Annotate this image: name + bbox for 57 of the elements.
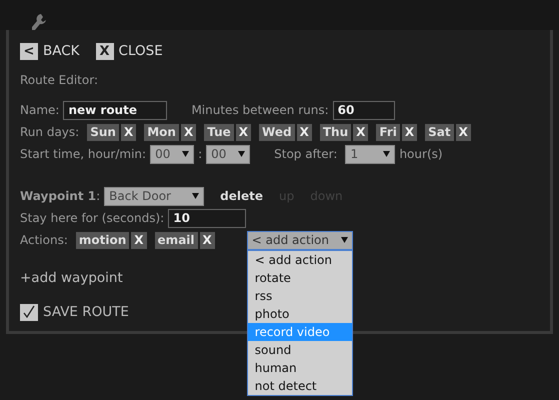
remove-button[interactable]: X xyxy=(402,124,418,140)
seconds-field[interactable]: 10 xyxy=(168,208,246,228)
action-tag: email xyxy=(154,232,198,248)
wrench-icon xyxy=(32,14,46,30)
remove-button[interactable]: X xyxy=(200,232,215,248)
stop-after-select[interactable]: 1 xyxy=(345,144,396,164)
field-label: Stop after: xyxy=(274,146,338,163)
remove-button[interactable]: X xyxy=(120,124,136,140)
dropdown-option[interactable]: sound xyxy=(248,340,352,358)
dropdown-option[interactable]: rotate xyxy=(248,268,352,286)
field-label: Start time, hour/min: xyxy=(20,146,146,163)
add-waypoint-link[interactable]: +add waypoint xyxy=(20,268,123,288)
remove-button[interactable]: X xyxy=(180,124,196,140)
minutes-field[interactable]: 60 xyxy=(332,100,395,120)
day-tag: Thu xyxy=(320,124,352,140)
action-tag: motion xyxy=(76,232,130,248)
field-label: Actions: xyxy=(20,232,68,249)
remove-button[interactable]: X xyxy=(456,124,471,140)
waypoint-link[interactable]: delete xyxy=(220,187,264,205)
field-label: Minutes between runs: xyxy=(191,102,329,119)
location-select[interactable]: Back Door xyxy=(104,186,204,206)
remove-button[interactable]: X xyxy=(131,232,147,248)
close-button[interactable]: X CLOSE xyxy=(96,40,163,62)
dropdown-arrow-icon xyxy=(383,151,390,157)
waypoint-label: Waypoint 1: xyxy=(20,188,100,205)
dropdown-option[interactable]: record video xyxy=(248,322,352,340)
save-route-button[interactable]: SAVE ROUTE xyxy=(20,302,129,322)
remove-button[interactable]: X xyxy=(353,124,368,140)
add-action-select[interactable]: < add action xyxy=(246,230,353,250)
remove-button[interactable]: X xyxy=(236,124,252,140)
dropdown-option[interactable]: photo xyxy=(248,304,352,322)
dropdown-arrow-icon xyxy=(192,193,200,199)
dropdown-arrow-icon xyxy=(238,151,246,157)
name-field[interactable]: new route xyxy=(63,100,168,120)
minute-select[interactable]: 00 xyxy=(206,144,250,164)
form-title: Route Editor: xyxy=(20,72,98,89)
remove-button[interactable]: X xyxy=(296,124,312,140)
dropdown-option[interactable]: human xyxy=(248,358,352,376)
dropdown-option[interactable]: not detect xyxy=(248,376,352,394)
day-tag: Mon xyxy=(144,124,179,140)
day-tag: Tue xyxy=(204,124,234,140)
unit-label: hour(s) xyxy=(399,146,443,163)
field-label: Name: xyxy=(20,102,60,119)
day-tag: Wed xyxy=(259,124,295,140)
day-tag: Fri xyxy=(376,124,400,140)
time-separator: : xyxy=(198,146,202,163)
hour-select[interactable]: 00 xyxy=(150,144,194,164)
field-label: Stay here for (seconds): xyxy=(20,210,164,227)
day-tag: Sat xyxy=(425,124,454,140)
dropdown-option[interactable]: < add action xyxy=(248,250,352,268)
check-icon xyxy=(23,305,35,318)
day-tag: Sun xyxy=(87,124,119,140)
field-label: Run days: xyxy=(20,124,80,141)
dropdown-option[interactable]: rss xyxy=(248,286,352,304)
dropdown-arrow-icon xyxy=(340,237,348,243)
back-button[interactable]: < BACK xyxy=(20,40,80,62)
dropdown-arrow-icon xyxy=(182,151,190,157)
